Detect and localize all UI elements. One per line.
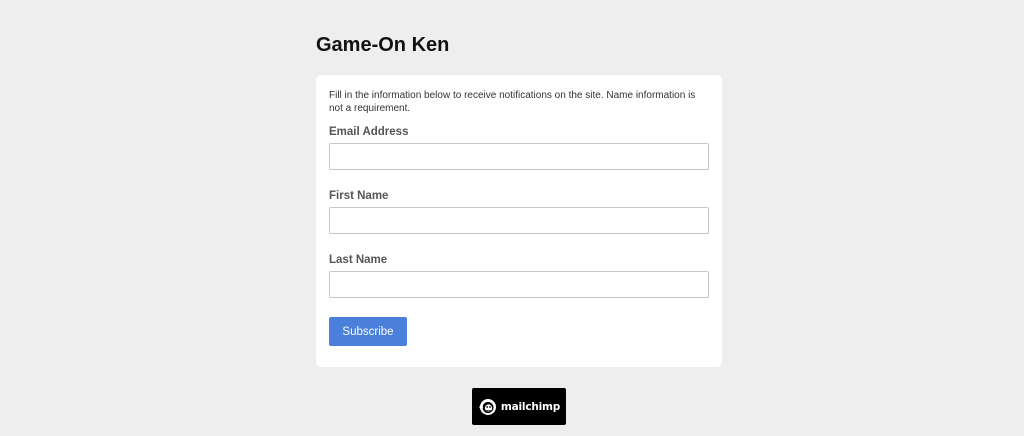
last-name-input[interactable] <box>329 271 709 298</box>
subscribe-button[interactable]: Subscribe <box>329 317 407 346</box>
freddie-chimp-icon <box>479 398 496 415</box>
last-name-field-group: Last Name <box>329 253 709 298</box>
first-name-field-group: First Name <box>329 189 709 234</box>
form-intro-text: Fill in the information below to receive… <box>329 90 696 114</box>
last-name-label: Last Name <box>329 254 388 266</box>
first-name-input[interactable] <box>329 207 709 234</box>
email-label: Email Address <box>329 126 409 138</box>
mailchimp-wordmark: mailchimp <box>500 400 561 413</box>
email-field-group: Email Address <box>329 125 709 170</box>
email-input[interactable] <box>329 143 709 170</box>
mailchimp-badge[interactable]: mailchimp <box>472 388 566 425</box>
first-name-label: First Name <box>329 190 389 202</box>
page-title: Game-On Ken <box>316 34 450 56</box>
signup-form-card: Fill in the information below to receive… <box>316 75 722 367</box>
